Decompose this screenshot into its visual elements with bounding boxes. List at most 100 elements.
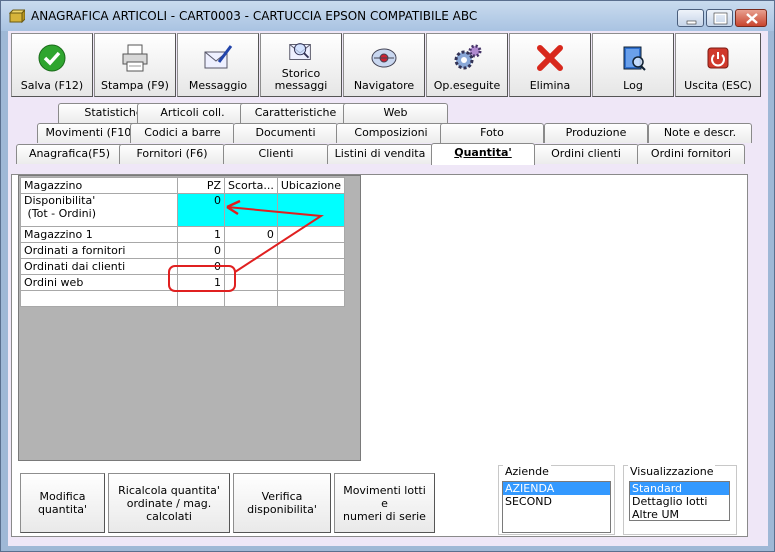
compass-icon bbox=[371, 48, 397, 68]
print-label: Stampa (F9) bbox=[101, 79, 169, 92]
cell-label: Ordinati a fornitori bbox=[20, 242, 178, 259]
ops-button[interactable]: Op.eseguite bbox=[426, 33, 508, 97]
close-button[interactable] bbox=[735, 9, 767, 27]
tab-web[interactable]: Web bbox=[343, 103, 448, 123]
cell-scorta[interactable] bbox=[224, 274, 278, 291]
list-item[interactable]: Altre UM bbox=[630, 508, 729, 521]
log-button[interactable]: Log bbox=[592, 33, 674, 97]
save-button[interactable]: Salva (F12) bbox=[11, 33, 93, 97]
lots-serials-button[interactable]: Movimenti lotti e numeri di serie bbox=[334, 473, 435, 533]
app-window: ANAGRAFICA ARTICOLI - CART0003 - CARTUCC… bbox=[0, 0, 775, 552]
tab-caratteristiche[interactable]: Caratteristiche bbox=[240, 103, 351, 123]
tab-foto[interactable]: Foto bbox=[440, 123, 544, 143]
red-x-icon bbox=[537, 45, 563, 71]
cell-scorta[interactable] bbox=[224, 290, 278, 307]
envelope-pen-icon bbox=[204, 45, 233, 69]
envelope-search-icon bbox=[289, 43, 311, 60]
tab-clienti[interactable]: Clienti bbox=[223, 144, 329, 164]
exit-label: Uscita (ESC) bbox=[684, 79, 752, 92]
cell-ubicazione[interactable] bbox=[276, 242, 346, 259]
tab-produzione[interactable]: Produzione bbox=[544, 123, 648, 143]
visualizzazione-group: Visualizzazione Standard Dettaglio lotti… bbox=[623, 465, 737, 535]
actions-area: Modifica quantita' Ricalcola quantita' o… bbox=[18, 465, 744, 537]
tab-movimenti[interactable]: Movimenti (F10) bbox=[37, 123, 144, 143]
header-magazzino[interactable]: Magazzino bbox=[20, 177, 178, 194]
app-box-icon bbox=[9, 9, 25, 23]
cell-label: Magazzino 1 bbox=[20, 226, 178, 243]
cell-pz[interactable]: 1 bbox=[177, 226, 225, 243]
list-item[interactable]: Dettaglio lotti bbox=[630, 495, 729, 508]
title-bar[interactable]: ANAGRAFICA ARTICOLI - CART0003 - CARTUCC… bbox=[1, 1, 774, 31]
tab-anagrafica[interactable]: Anagrafica(F5) bbox=[16, 144, 123, 164]
table-row[interactable]: Ordinati a fornitori 0 bbox=[20, 242, 346, 259]
table-row[interactable]: Magazzino 1 1 0 bbox=[20, 226, 346, 243]
ops-label: Op.eseguite bbox=[433, 79, 501, 92]
tab-articoli-coll[interactable]: Articoli coll. bbox=[137, 103, 248, 123]
aziende-label: Aziende bbox=[503, 465, 551, 478]
gears-icon bbox=[454, 44, 482, 70]
toolbar: Salva (F12) Stampa (F9) Messaggio Storic… bbox=[11, 33, 763, 99]
table-row[interactable]: Disponibilita' (Tot - Ordini) 0 bbox=[20, 193, 346, 227]
visualizzazione-label: Visualizzazione bbox=[628, 465, 716, 478]
modify-quantity-button[interactable]: Modifica quantita' bbox=[20, 473, 105, 533]
cell-scorta[interactable] bbox=[224, 242, 278, 259]
header-ubicazione[interactable]: Ubicazione bbox=[276, 177, 346, 194]
tab-ordini-clienti[interactable]: Ordini clienti bbox=[533, 144, 639, 164]
recalc-quantity-button[interactable]: Ricalcola quantita' ordinate / mag. calc… bbox=[108, 473, 230, 533]
client-area: Salva (F12) Stampa (F9) Messaggio Storic… bbox=[8, 31, 768, 546]
table-row[interactable]: Ordinati dai clienti 0 bbox=[20, 258, 346, 275]
cell-scorta[interactable]: 0 bbox=[224, 226, 278, 243]
visualizzazione-listbox[interactable]: Standard Dettaglio lotti Altre UM bbox=[629, 481, 730, 521]
history-label: Storico messaggi bbox=[274, 67, 328, 92]
list-item[interactable]: SECOND bbox=[503, 495, 610, 508]
tab-documenti[interactable]: Documenti bbox=[233, 123, 338, 143]
cell-ubicazione[interactable] bbox=[276, 290, 346, 307]
cell-pz[interactable]: 0 bbox=[177, 242, 225, 259]
header-scorta[interactable]: Scorta... bbox=[224, 177, 278, 194]
cell-ubicazione[interactable] bbox=[276, 274, 346, 291]
history-button[interactable]: Storico messaggi bbox=[260, 33, 342, 97]
tab-composizioni[interactable]: Composizioni bbox=[336, 123, 446, 143]
cell-pz[interactable] bbox=[177, 290, 225, 307]
maximize-button[interactable] bbox=[706, 9, 733, 27]
table-row[interactable] bbox=[20, 290, 346, 307]
tab-ordini-fornitori[interactable]: Ordini fornitori bbox=[637, 144, 745, 164]
power-icon bbox=[707, 47, 729, 69]
cell-ubicazione[interactable] bbox=[276, 258, 346, 275]
cell-label: Ordini web bbox=[20, 274, 178, 291]
quantita-panel: Magazzino PZ Scorta... Ubicazione Dispon… bbox=[11, 174, 748, 537]
aziende-listbox[interactable]: AZIENDA SECOND bbox=[502, 481, 611, 533]
navigator-button[interactable]: Navigatore bbox=[343, 33, 425, 97]
tab-codici-a-barre[interactable]: Codici a barre bbox=[130, 123, 235, 143]
list-item[interactable]: AZIENDA bbox=[503, 482, 610, 495]
cell-ubicazione[interactable] bbox=[276, 193, 346, 227]
aziende-group: Aziende AZIENDA SECOND bbox=[498, 465, 615, 535]
tab-quantita[interactable]: Quantita' bbox=[431, 143, 535, 165]
printer-icon bbox=[122, 44, 148, 72]
cell-pz[interactable]: 0 bbox=[177, 193, 225, 227]
quantity-grid-area: Magazzino PZ Scorta... Ubicazione Dispon… bbox=[18, 175, 361, 461]
log-book-icon bbox=[623, 46, 646, 71]
save-label: Salva (F12) bbox=[20, 79, 84, 92]
cell-label bbox=[20, 290, 178, 307]
minimize-button[interactable] bbox=[677, 9, 704, 27]
exit-button[interactable]: Uscita (ESC) bbox=[675, 33, 761, 97]
header-pz[interactable]: PZ bbox=[177, 177, 225, 194]
cell-ubicazione[interactable] bbox=[276, 226, 346, 243]
list-item[interactable]: Standard bbox=[630, 482, 729, 495]
message-button[interactable]: Messaggio bbox=[177, 33, 259, 97]
tab-listini-di-vendita[interactable]: Listini di vendita bbox=[327, 144, 433, 164]
tab-note-e-descr[interactable]: Note e descr. bbox=[648, 123, 752, 143]
tab-fornitori[interactable]: Fornitori (F6) bbox=[119, 144, 225, 164]
table-row[interactable]: Ordini web 1 bbox=[20, 274, 346, 291]
quantity-grid[interactable]: Magazzino PZ Scorta... Ubicazione Dispon… bbox=[20, 177, 346, 307]
check-icon bbox=[38, 44, 66, 72]
cell-pz[interactable]: 1 bbox=[177, 274, 225, 291]
cell-scorta[interactable] bbox=[224, 193, 278, 227]
verify-availability-button[interactable]: Verifica disponibilita' bbox=[233, 473, 331, 533]
print-button[interactable]: Stampa (F9) bbox=[94, 33, 176, 97]
cell-scorta[interactable] bbox=[224, 258, 278, 275]
cell-pz[interactable]: 0 bbox=[177, 258, 225, 275]
close-icon bbox=[746, 13, 758, 24]
delete-button[interactable]: Elimina bbox=[509, 33, 591, 97]
